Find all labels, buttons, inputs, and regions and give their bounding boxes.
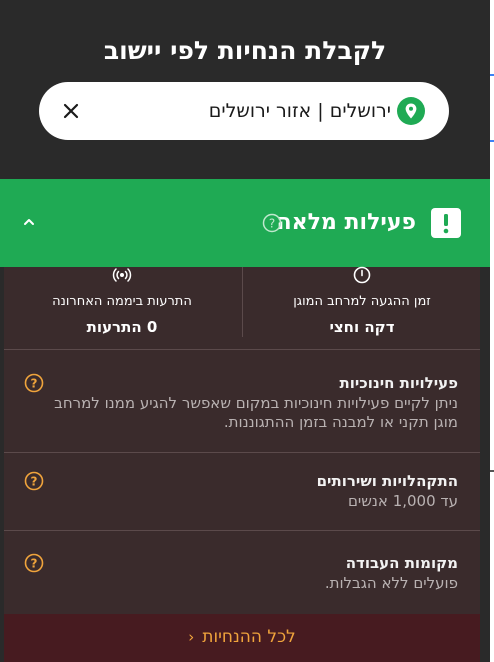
guidelines-content: זמן ההגעה למרחב המוגן דקה וחצי התרעות בי… <box>4 266 480 662</box>
panel-title: לקבלת הנחיות לפי יישוב <box>103 36 387 65</box>
page-edge-mark <box>490 470 494 472</box>
section-divider <box>4 452 480 453</box>
all-guidelines-link[interactable]: לכל ההנחיות ‹ <box>4 614 480 660</box>
broadcast-icon <box>112 268 132 282</box>
search-input-value[interactable]: ירושלים | אזור ירושלים <box>209 82 391 140</box>
stats-divider <box>242 267 243 337</box>
guidelines-footer: לכל ההנחיות ‹ <box>4 614 480 662</box>
chevron-up-icon[interactable] <box>20 213 38 231</box>
question-circle-icon[interactable]: ? <box>24 373 44 393</box>
alerts-stat: התרעות ביממה האחרונה 0 התרעות <box>4 267 240 349</box>
guideline-title: מקומות העבודה <box>345 554 458 572</box>
alerts-caption: התרעות ביממה האחרונה <box>52 294 192 309</box>
question-circle-icon[interactable]: ? <box>262 213 282 233</box>
section-divider <box>4 349 480 350</box>
page-edge-mark <box>490 74 494 76</box>
close-icon[interactable] <box>61 101 81 121</box>
stats-row: זמן ההגעה למרחב המוגן דקה וחצי התרעות בי… <box>4 266 480 349</box>
svg-text:?: ? <box>31 475 38 489</box>
status-label: פעילות מלאה <box>276 210 416 235</box>
guideline-title: פעילויות חינוכיות <box>339 374 458 392</box>
location-pin-icon <box>397 97 425 125</box>
svg-text:?: ? <box>31 557 38 571</box>
arrival-time-value: דקה וחצי <box>329 318 395 336</box>
guideline-description: ניתן לקיים פעילויות חינוכיות במקום שאפשר… <box>54 394 458 431</box>
alerts-value: 0 התרעות <box>86 318 158 336</box>
section-divider <box>4 530 480 531</box>
background-page-edge <box>490 0 494 662</box>
location-search-field[interactable]: ירושלים | אזור ירושלים <box>39 82 449 140</box>
clock-icon <box>353 266 371 284</box>
page-edge-mark <box>490 140 494 142</box>
svg-text:?: ? <box>31 377 38 391</box>
activity-status-bar[interactable]: פעילות מלאה ? <box>0 179 490 267</box>
question-circle-icon[interactable]: ? <box>24 553 44 573</box>
guideline-description: פועלים ללא הגבלות. <box>324 574 458 592</box>
all-guidelines-label: לכל ההנחיות <box>202 627 296 647</box>
exclamation-icon <box>431 208 461 238</box>
chevron-left-icon: ‹ <box>188 628 195 646</box>
guidelines-panel: לקבלת הנחיות לפי יישוב ירושלים | אזור יר… <box>0 0 490 662</box>
question-circle-icon[interactable]: ? <box>24 471 44 491</box>
guideline-description: עד 1,000 אנשים <box>347 492 458 510</box>
guideline-title: התקהלויות ושירותים <box>316 472 458 490</box>
svg-text:?: ? <box>269 217 275 231</box>
arrival-time-caption: זמן ההגעה למרחב המוגן <box>293 294 431 309</box>
arrival-time-stat: זמן ההגעה למרחב המוגן דקה וחצי <box>244 266 480 349</box>
